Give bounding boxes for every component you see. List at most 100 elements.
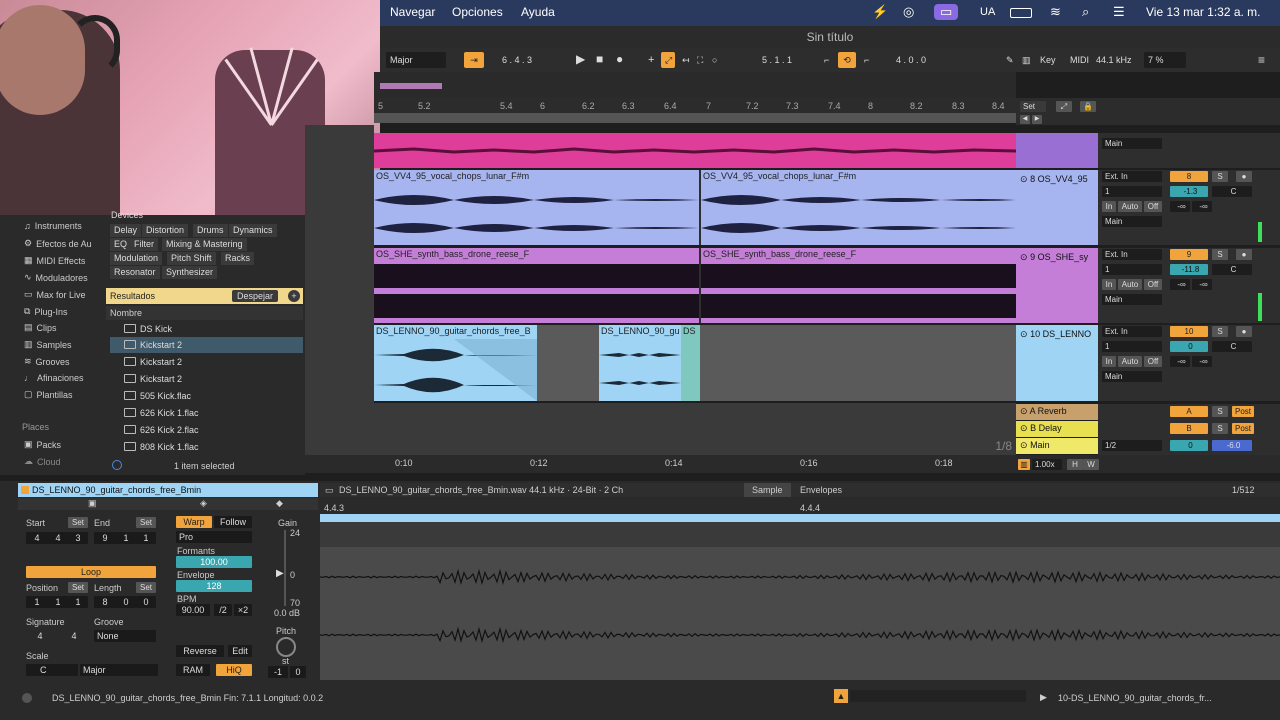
track-header[interactable]: ⊙ 9 OS_SHE_sy [1016,248,1098,323]
audio-clip[interactable]: DS_LENNO_90_gu [599,325,681,401]
tempo-follow-icon[interactable]: ▥ [1018,459,1030,470]
input-channel-select[interactable]: 1 [1102,186,1162,197]
info-icon[interactable] [22,693,32,703]
battery-icon[interactable] [1010,8,1032,18]
sidebar-item-templates[interactable]: ▢ Plantillas [24,389,73,400]
warp-marker-lane[interactable] [320,522,1280,547]
pitch-knob[interactable] [276,637,296,657]
device-tag[interactable]: Resonator [110,266,160,279]
gain-slider-handle-icon[interactable]: ▶ [276,568,284,579]
warp-button[interactable]: Warp [176,516,212,528]
groove-select[interactable]: None [94,630,156,642]
ram-button[interactable]: RAM [176,664,210,676]
send-b-field[interactable]: -∞ [1192,201,1212,212]
output-select[interactable]: Main [1102,138,1162,149]
stop-icon[interactable]: ■ [592,51,607,67]
position-sixteenth[interactable]: 1 [68,596,88,608]
track-name[interactable]: 10 DS_LENNO [1030,329,1091,339]
add-icon[interactable]: + [644,52,658,68]
volume-field[interactable]: -1.3 [1170,186,1208,197]
solo-button[interactable]: S [1212,406,1228,417]
main-name[interactable]: Main [1030,440,1050,450]
play-preview-icon[interactable]: ▶ [1040,692,1047,703]
clock[interactable]: Vie 13 mar 1:32 a. m. [1146,5,1261,19]
monitor-in-button[interactable]: In [1102,201,1116,212]
sidebar-item-modulators[interactable]: ∿ Moduladores [24,272,88,283]
hiq-button[interactable]: HiQ [216,664,252,676]
start-sixteenth[interactable]: 3 [68,532,88,544]
sidebar-item-samples[interactable]: ▥ Samples [24,339,72,350]
return-a-activator[interactable]: A [1170,406,1208,417]
signature-numerator[interactable]: 4 [30,630,50,642]
send-a-field[interactable]: -∞ [1170,356,1190,367]
menu-navegar[interactable]: Navegar [390,5,435,19]
next-locator-icon[interactable]: ▶ [1032,115,1042,124]
device-tag[interactable]: Filter [130,238,158,251]
loop-start[interactable]: 5 . 1 . 1 [758,52,818,68]
clip-name-bar[interactable]: DS_LENNO_90_guitar_chords_free_Bmin [18,483,318,497]
solo-button[interactable]: S [1212,326,1228,337]
input-language[interactable]: UA [980,6,995,18]
audio-clip[interactable]: DS [681,325,700,401]
monitor-in-button[interactable]: In [1102,279,1116,290]
wifi-icon[interactable]: ≋ [1050,4,1061,20]
overview-strip[interactable] [374,72,1016,98]
track-lane-synth[interactable]: OS_SHE_synth_bass_drone_reese_F OS_SHE_s… [374,248,1016,323]
arrangement-position[interactable]: 6 . 4 . 3 [498,52,558,68]
device-tag[interactable]: Delay [110,224,142,237]
sidebar-item-max[interactable]: ▭ Max for Live [24,289,86,300]
loop-brace[interactable] [320,514,1280,522]
sidebar-item-packs[interactable]: ▣ Packs [24,439,61,450]
monitor-auto-button[interactable]: Auto [1118,201,1142,212]
sample-waveform[interactable] [319,547,1280,680]
follow-icon[interactable]: ⇥ [464,52,484,68]
position-bar[interactable]: 1 [26,596,48,608]
device-tag[interactable]: Pitch Shift [167,252,216,265]
track-name[interactable]: 8 OS_VV4_95 [1030,174,1088,184]
audio-clip[interactable]: OS_SHE_synth_bass_drone_reese_F [374,248,699,323]
main-meter-select[interactable]: 1/2 [1102,440,1162,451]
device-tag[interactable]: Drums [193,224,228,237]
send-a-field[interactable]: -∞ [1170,279,1190,290]
pitch-cents[interactable]: 0 [290,666,306,678]
input-type-select[interactable]: Ext. In [1102,326,1162,337]
clip-panel-icon[interactable]: ▣ [88,498,97,509]
tempo-scale[interactable]: 1.00x [1032,459,1062,470]
main-volume[interactable]: 0 [1170,440,1208,451]
capture-icon[interactable]: ⛶ [693,52,707,68]
list-item[interactable]: 626 Kick 1.flac [110,405,303,421]
input-type-select[interactable]: Ext. In [1102,171,1162,182]
main-icon[interactable]: ⊙ [1020,440,1028,450]
automation-arm-icon[interactable]: ⤢ [661,52,675,68]
sample-ruler[interactable]: 4.4.3 4.4.4 [320,500,1280,514]
volume-field[interactable]: -11.8 [1170,264,1208,275]
monitor-off-button[interactable]: Off [1144,356,1162,367]
length-sixteenth[interactable]: 0 [136,596,156,608]
track-name[interactable]: 9 OS_SHE_sy [1030,252,1088,262]
list-item[interactable]: Kickstart 2 [110,371,303,387]
sidebar-item-plugins[interactable]: ⧉ Plug-Ins [24,306,67,317]
end-beat[interactable]: 1 [116,532,136,544]
menu-ayuda[interactable]: Ayuda [521,5,555,19]
envelope-field[interactable]: 128 [176,580,252,592]
back-to-arrangement-icon[interactable]: ↤ [678,52,694,68]
list-item-selected[interactable]: Kickstart 2 [110,337,303,353]
record-icon[interactable]: ● [612,51,627,67]
key-map-button[interactable]: Key [1036,52,1060,68]
set-locator-button[interactable]: Set [1020,101,1046,112]
return-name[interactable]: B Delay [1030,423,1062,433]
audio-clip[interactable]: OS_SHE_synth_bass_drone_reese_F [701,248,1016,323]
control-center-icon[interactable]: ☰ [1113,4,1125,20]
send-b-field[interactable]: -∞ [1192,356,1212,367]
time-ruler[interactable]: 0:10 0:12 0:14 0:16 0:18 ▥ 1.00x H W [305,455,1280,473]
metronome-icon[interactable]: ○ [708,52,721,68]
lock-icon[interactable]: 🔒 [1080,101,1096,112]
end-set-button[interactable]: Set [136,517,156,528]
signature-denominator[interactable]: 4 [64,630,84,642]
post-button[interactable]: Post [1232,406,1254,417]
solo-button[interactable]: S [1212,423,1228,434]
audio-clip[interactable]: OS_VV4_95_vocal_chops_lunar_F#m [701,170,1016,245]
end-bar[interactable]: 9 [94,532,116,544]
follow-button[interactable]: Follow [214,516,252,528]
position-beat[interactable]: 1 [48,596,68,608]
